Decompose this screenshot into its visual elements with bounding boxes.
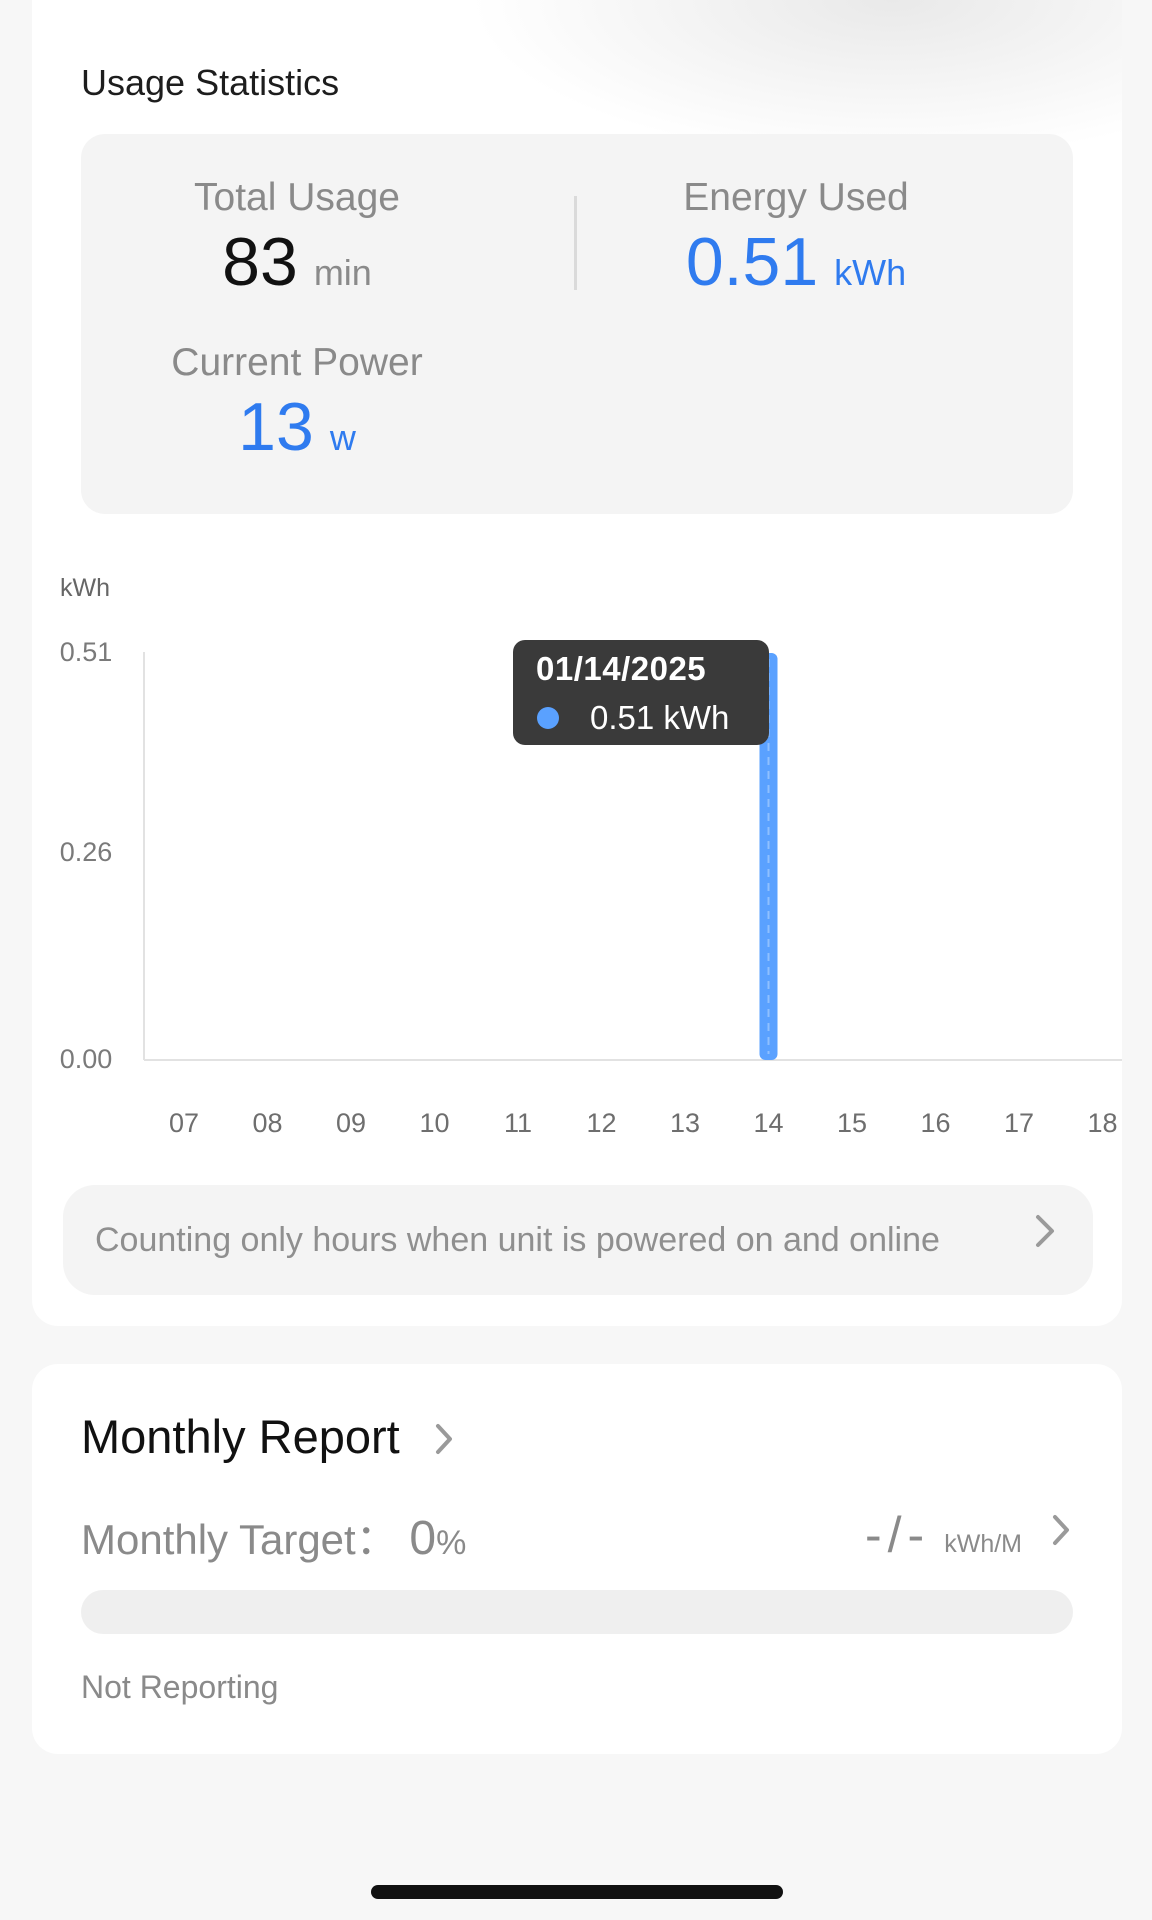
monthly-target: Monthly Target： 0% (81, 1506, 466, 1567)
x-tick-label: 16 (920, 1108, 951, 1138)
energy-used-label: Energy Used (683, 176, 909, 219)
tooltip-value: 0.51 kWh (590, 699, 730, 736)
x-tick-label: 12 (586, 1108, 617, 1138)
y-tick-label: 0.26 (59, 836, 113, 867)
chevron-right-icon (1033, 1211, 1057, 1261)
x-tick-label: 13 (669, 1108, 701, 1138)
monthly-status: Not Reporting (81, 1669, 279, 1705)
target-unit: kWh/M (944, 1530, 1022, 1558)
monthly-target-setting[interactable]: -/- kWh/M (865, 1506, 1022, 1564)
monthly-target-pct: % (436, 1524, 467, 1562)
tooltip-series-dot (537, 707, 559, 729)
section-title: Usage Statistics (81, 62, 340, 103)
energy-used-stat: Energy Used 0.51 kWh (681, 176, 911, 296)
x-tick-label: 18 (1087, 1108, 1118, 1138)
y-tick-label: 0.51 (59, 637, 113, 667)
monthly-target-value: 0 (409, 1512, 437, 1565)
monthly-report-title: Monthly Report (81, 1410, 400, 1463)
x-tick-label: 11 (503, 1108, 533, 1138)
current-power-stat: Current Power 13 w (165, 341, 429, 461)
current-power-label: Current Power (171, 341, 423, 384)
total-usage-unit: min (313, 252, 372, 293)
tooltip-date: 01/14/2025 (536, 650, 707, 687)
home-indicator[interactable] (371, 1885, 783, 1899)
x-tick-label: 17 (1003, 1108, 1035, 1138)
total-usage-label: Total Usage (194, 176, 400, 219)
monthly-target-label: Monthly Target： (81, 1516, 398, 1563)
info-text: Counting only hours when unit is powered… (95, 1221, 940, 1259)
stats-divider (574, 196, 577, 290)
x-tick-label: 15 (836, 1108, 868, 1138)
x-tick-label: 07 (168, 1108, 200, 1138)
x-tick-label: 10 (419, 1108, 450, 1138)
usage-page: Usage Statistics Total Usage 83 min Ener… (0, 0, 1152, 1920)
monthly-progress-bar (81, 1590, 1073, 1634)
total-usage-stat: Total Usage 83 min (187, 176, 407, 296)
energy-used-value: 0.51 (685, 224, 819, 300)
x-tick-label: 09 (335, 1108, 367, 1138)
info-banner[interactable]: Counting only hours when unit is powered… (63, 1185, 1093, 1295)
total-usage-value: 83 (222, 224, 298, 300)
current-power-unit: w (329, 417, 356, 458)
energy-used-unit: kWh (834, 252, 907, 293)
y-tick-label: 0.00 (59, 1044, 113, 1074)
x-tick-label: 14 (753, 1108, 784, 1138)
chevron-right-icon (433, 1413, 455, 1468)
x-tick-label: 08 (252, 1108, 283, 1138)
monthly-report-card: Monthly Report Monthly Target： 0% -/- kW… (32, 1364, 1122, 1754)
stats-panel: Total Usage 83 min Energy Used 0.51 kWh … (81, 134, 1073, 514)
monthly-report-link[interactable]: Monthly Report (81, 1409, 455, 1468)
target-amount: -/- (865, 1507, 931, 1563)
chart-tooltip: 01/14/2025 0.51 kWh (513, 640, 769, 745)
chevron-right-icon[interactable] (1050, 1512, 1072, 1553)
current-power-value: 13 (238, 389, 314, 465)
